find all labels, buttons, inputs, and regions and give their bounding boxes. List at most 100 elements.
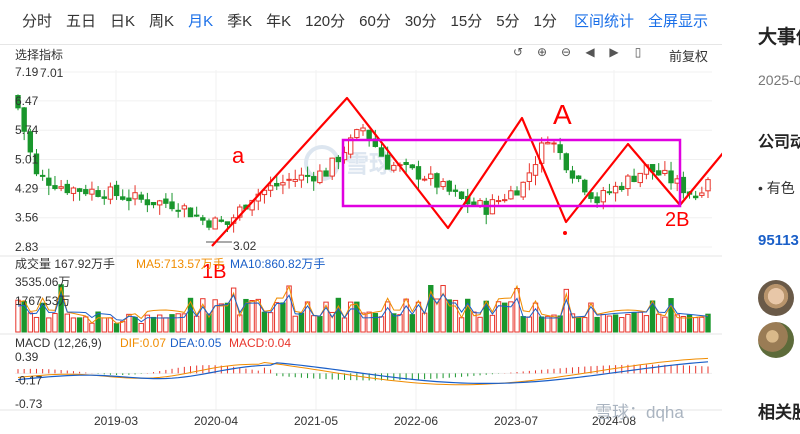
candle-up — [267, 185, 274, 191]
volume-bar — [311, 315, 317, 333]
macd-dif-label: DIF:0.07 — [120, 336, 166, 350]
candle-down — [218, 219, 225, 222]
tab-intraday[interactable]: 分时 — [17, 8, 59, 36]
x-axis: 2019-03 2020-04 2021-05 2022-06 2023-07 2024-… — [94, 403, 684, 428]
volume-bar — [267, 312, 274, 333]
period-tab-bar: 分时 五日 日K 周K 月K 季K 年K 120分 60分 30分 15分 5分… — [0, 0, 722, 44]
avatar[interactable] — [758, 280, 794, 316]
chart-grid — [0, 70, 722, 411]
tab-5min[interactable]: 5分 — [489, 8, 526, 36]
zoom-in-icon[interactable]: ⊕ — [535, 45, 549, 59]
candle-up — [70, 187, 77, 194]
price-tick-label: 5.01 — [15, 153, 39, 167]
candle-down — [452, 189, 459, 192]
tab-quarterly-k[interactable]: 季K — [220, 8, 259, 36]
interval-stats-button[interactable]: 区间统计 — [574, 8, 634, 36]
volume-bar — [76, 317, 83, 333]
tab-60min[interactable]: 60分 — [352, 8, 398, 36]
tab-daily-k[interactable]: 日K — [103, 8, 142, 36]
candle-down — [582, 179, 588, 193]
volume-label: 成交量 167.92万手 — [15, 256, 115, 271]
volume-bar — [699, 316, 705, 333]
candle-up — [212, 217, 218, 230]
volume-bars — [15, 284, 711, 333]
volume-bar — [33, 316, 40, 333]
tab-monthly-k[interactable]: 月K — [181, 8, 220, 36]
price-tick-label: 6.47 — [15, 94, 39, 108]
candle-down — [95, 190, 101, 197]
candle-down — [446, 180, 452, 192]
volume-bar — [261, 311, 268, 333]
candle-down — [366, 129, 372, 140]
candle-up — [391, 164, 397, 171]
tab-15min[interactable]: 15分 — [444, 8, 490, 36]
volume-bar — [317, 316, 323, 333]
tab-weekly-k[interactable]: 周K — [142, 8, 181, 36]
candle-down — [415, 166, 422, 180]
x-axis-label: 2020-04 — [194, 414, 238, 428]
volume-bar — [138, 322, 144, 333]
candle-down — [575, 175, 582, 180]
volume-bar — [656, 313, 662, 333]
candle-down — [113, 184, 120, 197]
candle-down — [150, 202, 157, 206]
candle-down — [668, 170, 674, 184]
candle-down — [46, 177, 52, 186]
volume-bar — [489, 314, 496, 333]
candle-up — [107, 186, 114, 200]
volume-bar — [335, 297, 342, 333]
tab-120min[interactable]: 120分 — [298, 8, 352, 36]
candle-down — [631, 175, 637, 183]
avatar[interactable] — [758, 322, 794, 358]
undo-icon[interactable]: ↺ — [511, 45, 525, 59]
volume-bar — [280, 302, 286, 333]
volume-bar — [612, 314, 619, 333]
tab-5day[interactable]: 五日 — [59, 8, 103, 36]
candle-up — [662, 169, 668, 175]
adjust-mode-button[interactable]: 前复权 — [669, 46, 708, 65]
candle-up — [280, 182, 286, 186]
volume-bar — [212, 299, 218, 333]
candle-down — [483, 200, 489, 215]
volume-ma5-label: MA5:713.57万手 — [136, 257, 225, 271]
volume-bar — [298, 312, 305, 333]
candle-down — [76, 188, 83, 192]
volume-bar — [366, 311, 372, 333]
tab-1min[interactable]: 1分 — [527, 8, 564, 36]
min-price-label: 3.02 — [233, 239, 257, 253]
side-bullet[interactable]: • 有色 — [758, 178, 795, 198]
tab-yearly-k[interactable]: 年K — [259, 8, 298, 36]
candle-down — [52, 185, 58, 190]
footer-watermark: 雪球：dqha — [595, 403, 684, 422]
candle-up — [58, 186, 64, 189]
candle-down — [458, 191, 465, 199]
candle-icon[interactable]: ▯ — [631, 45, 645, 59]
kline-chart[interactable]: 雪球 7.196.475.745.014.293.562.837.013.02 … — [0, 0, 722, 434]
volume-ma10-label: MA10:860.82万手 — [230, 257, 325, 271]
candle-up — [674, 178, 680, 184]
indicator-select[interactable]: 选择指标 — [15, 46, 63, 63]
candle-down — [434, 173, 440, 188]
candle-up — [637, 172, 643, 184]
max-price-label: 7.01 — [40, 66, 64, 80]
volume-bar — [458, 317, 465, 333]
side-number-link[interactable]: 95113 — [758, 232, 799, 249]
volume-bar — [113, 323, 120, 333]
macd-lines — [17, 357, 709, 386]
pan-left-icon[interactable]: ◀ — [583, 45, 597, 59]
side-panel: 大事件 2025-0 公司动 • 有色 95113 相关股 — [740, 0, 800, 434]
macd-value-label: MACD:0.04 — [229, 336, 291, 350]
volume-bar — [243, 298, 249, 333]
pan-right-icon[interactable]: ▶ — [607, 45, 621, 59]
candle-down — [126, 197, 132, 202]
fullscreen-button[interactable]: 全屏显示 — [648, 8, 708, 36]
candle-down — [403, 162, 409, 166]
price-tick-label: 2.83 — [15, 240, 39, 254]
volume-bar — [175, 313, 181, 333]
candle-down — [144, 199, 151, 206]
volume-bar — [600, 313, 606, 333]
candle-up — [298, 174, 305, 181]
candle-down — [200, 217, 206, 221]
tab-30min[interactable]: 30分 — [398, 8, 444, 36]
zoom-out-icon[interactable]: ⊖ — [559, 45, 573, 59]
